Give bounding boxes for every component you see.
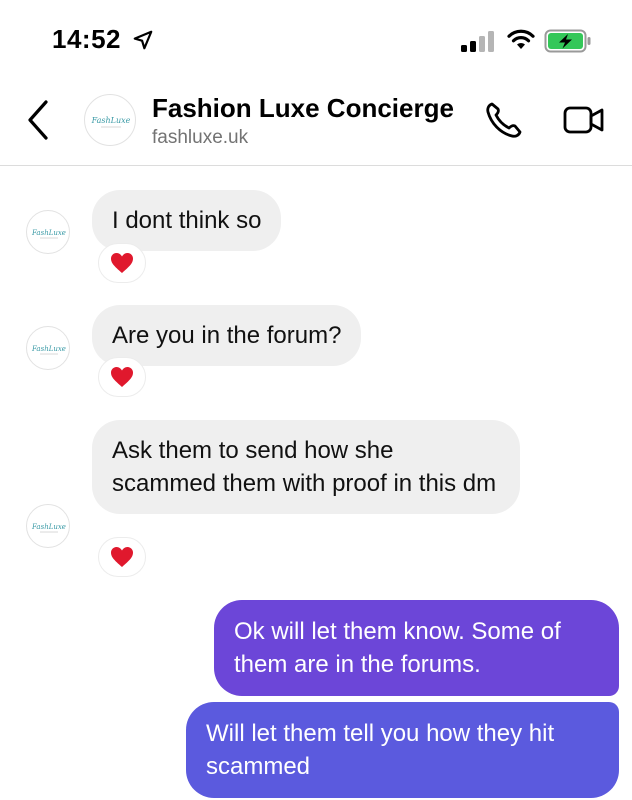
contact-name: Fashion Luxe Concierge [152, 93, 454, 123]
fashluxe-logo: FashLuxe [31, 523, 66, 533]
contact-avatar[interactable]: FashLuxe [84, 94, 136, 146]
incoming-message[interactable]: I dont think so [92, 190, 282, 251]
wifi-icon [507, 29, 535, 49]
status-bar: 14:52 [0, 0, 632, 80]
battery-charging-icon [544, 29, 591, 53]
svg-text:FashLuxe: FashLuxe [31, 229, 66, 237]
back-chevron-icon[interactable] [24, 98, 52, 142]
heart-reaction[interactable] [98, 537, 146, 577]
signal-icon [461, 31, 494, 52]
video-camera-icon[interactable] [562, 102, 606, 138]
heart-icon [111, 367, 133, 387]
chat-header: FashLuxe Fashion Luxe Concierge fashluxe… [0, 80, 632, 166]
svg-text:FashLuxe: FashLuxe [31, 345, 66, 353]
location-arrow-icon [133, 30, 153, 50]
heart-reaction[interactable] [98, 357, 146, 397]
svg-text:FashLuxe: FashLuxe [31, 523, 66, 531]
fashluxe-logo: FashLuxe [91, 116, 131, 128]
heart-icon [111, 547, 133, 567]
fashluxe-logo: FashLuxe [31, 229, 66, 239]
outgoing-message[interactable]: Will let them tell you how they hit scam… [186, 702, 619, 798]
sender-avatar[interactable]: FashLuxe [26, 504, 70, 548]
contact-username: fashluxe.uk [152, 127, 249, 148]
sender-avatar[interactable]: FashLuxe [26, 210, 70, 254]
fashluxe-logo: FashLuxe [31, 345, 66, 355]
status-time: 14:52 [52, 24, 121, 54]
heart-reaction[interactable] [98, 243, 146, 283]
svg-text:FashLuxe: FashLuxe [91, 116, 131, 125]
phone-icon[interactable] [484, 100, 524, 140]
outgoing-message[interactable]: Ok will let them know. Some of them are … [214, 600, 619, 696]
incoming-message[interactable]: Ask them to send how she scammed them wi… [92, 420, 520, 514]
sender-avatar[interactable]: FashLuxe [26, 326, 70, 370]
heart-icon [111, 253, 133, 273]
incoming-message[interactable]: Are you in the forum? [92, 305, 362, 366]
